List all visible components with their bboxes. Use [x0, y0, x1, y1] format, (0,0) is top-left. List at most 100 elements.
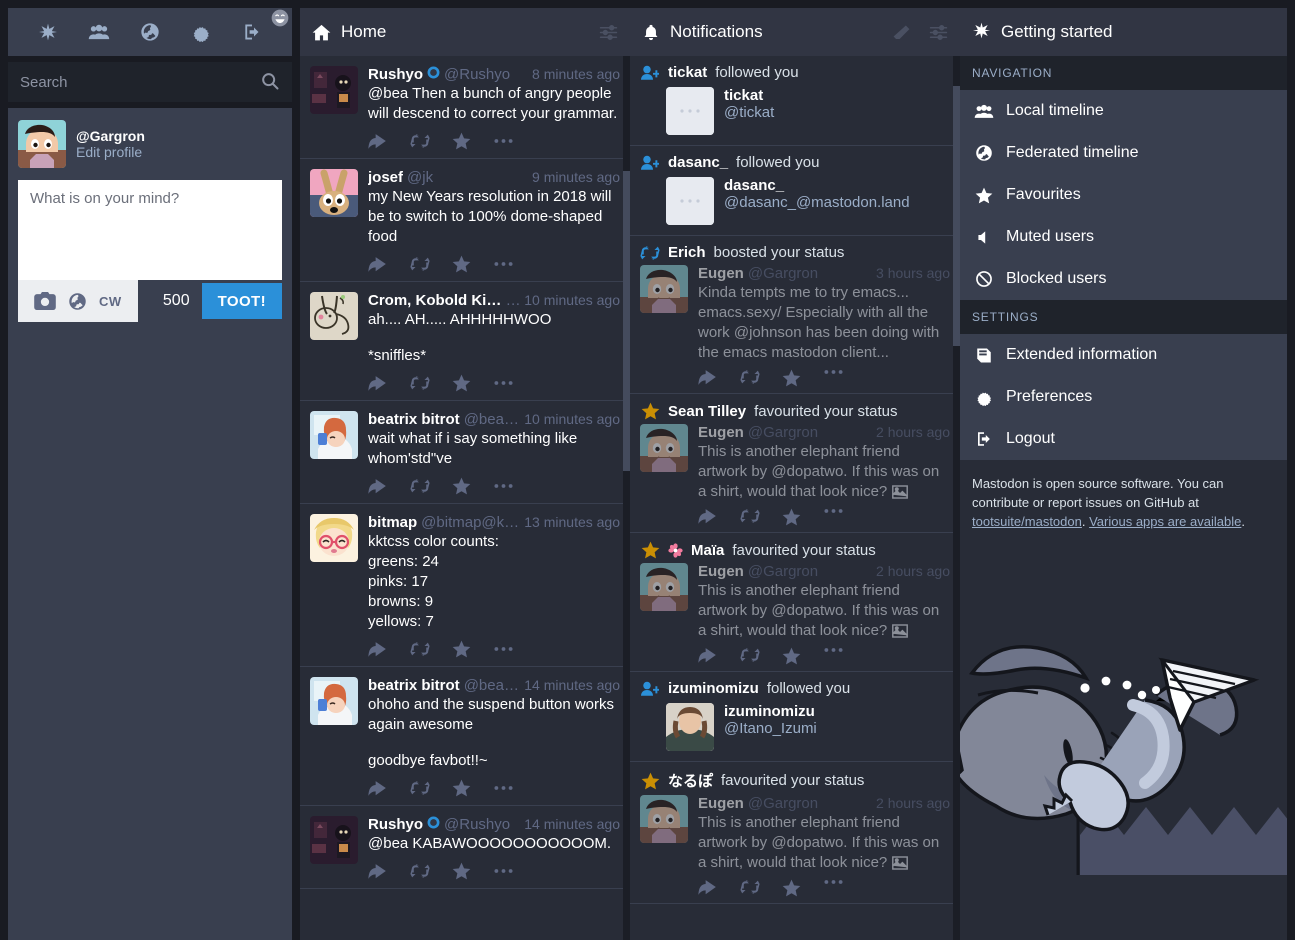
more-icon[interactable]: [494, 862, 536, 880]
favourite-icon[interactable]: [452, 132, 494, 150]
status-display-name[interactable]: Eugen: [698, 424, 744, 441]
apps-link[interactable]: Various apps are available: [1089, 514, 1241, 529]
search-bar[interactable]: [8, 62, 292, 102]
favourite-icon[interactable]: [782, 508, 824, 526]
nav-item-muted-users[interactable]: Muted users: [960, 216, 1287, 258]
notification-account[interactable]: dasanc_ @dasanc_@mastodon.land: [640, 171, 950, 229]
notification-actor[interactable]: tickat: [668, 64, 707, 81]
reply-icon[interactable]: [698, 508, 740, 526]
favourite-icon[interactable]: [452, 255, 494, 273]
reply-icon[interactable]: [368, 255, 410, 273]
notification-status[interactable]: Eugen @Gargron 2 hours ago This is another …: [640, 791, 950, 873]
status-item[interactable]: beatrix bitrot @bea… 10 minutes ago wait wh…: [300, 401, 630, 504]
status-display-name[interactable]: beatrix bitrot: [368, 677, 460, 694]
avatar[interactable]: [310, 292, 358, 340]
avatar[interactable]: [640, 265, 688, 313]
nav-item-favourites[interactable]: Favourites: [960, 174, 1287, 216]
notification-item[interactable]: izuminomizu followed you izuminomizu @Itano…: [630, 672, 960, 762]
status-timestamp[interactable]: 9 minutes ago: [532, 169, 620, 185]
avatar[interactable]: [310, 816, 358, 864]
media-icon[interactable]: [892, 624, 909, 638]
avatar[interactable]: [640, 424, 688, 472]
notification-item[interactable]: なるぽ favourited your status Eugen @Gargron 2 …: [630, 762, 960, 904]
status-timestamp[interactable]: 14 minutes ago: [524, 816, 620, 832]
community-icon[interactable]: [85, 18, 113, 46]
nav-item-local-timeline[interactable]: Local timeline: [960, 90, 1287, 132]
status-timestamp[interactable]: 2 hours ago: [876, 424, 950, 440]
more-icon[interactable]: [494, 779, 536, 797]
avatar[interactable]: [310, 514, 358, 562]
settings-item-extended-information[interactable]: Extended information: [960, 334, 1287, 376]
avatar[interactable]: [666, 177, 714, 225]
nav-item-federated-timeline[interactable]: Federated timeline: [960, 132, 1287, 174]
boost-icon[interactable]: [410, 255, 452, 273]
edit-profile-link[interactable]: Edit profile: [76, 144, 145, 160]
status-item[interactable]: beatrix bitrot @bea… 14 minutes ago ohoho a…: [300, 667, 630, 806]
reply-icon[interactable]: [698, 647, 740, 665]
more-icon[interactable]: [824, 879, 866, 897]
home-scrollbar-thumb[interactable]: [623, 171, 630, 471]
camera-icon[interactable]: [34, 292, 56, 310]
notification-actor[interactable]: なるぽ: [668, 770, 713, 791]
media-icon[interactable]: [892, 856, 909, 870]
status-timestamp[interactable]: 13 minutes ago: [524, 514, 620, 530]
status-display-name[interactable]: Rushyo: [368, 816, 423, 833]
status-timestamp[interactable]: 10 minutes ago: [524, 292, 620, 308]
reply-icon[interactable]: [368, 779, 410, 797]
notification-item[interactable]: Erich boosted your status Eugen @Gargron 3 h…: [630, 236, 960, 394]
more-icon[interactable]: [494, 255, 536, 273]
toot-button[interactable]: TOOT!: [201, 283, 282, 319]
reply-icon[interactable]: [698, 369, 740, 387]
boost-icon[interactable]: [740, 879, 782, 897]
more-icon[interactable]: [824, 369, 866, 387]
status-timestamp[interactable]: 14 minutes ago: [524, 677, 620, 693]
avatar[interactable]: [666, 87, 714, 135]
status-display-name[interactable]: bitmap: [368, 514, 417, 531]
boost-icon[interactable]: [410, 477, 452, 495]
boost-icon[interactable]: [740, 508, 782, 526]
asterisk-icon[interactable]: [34, 18, 62, 46]
status-display-name[interactable]: Eugen: [698, 265, 744, 282]
globe-icon[interactable]: [68, 292, 87, 311]
status-timestamp[interactable]: 2 hours ago: [876, 795, 950, 811]
favourite-icon[interactable]: [782, 369, 824, 387]
notifications-scrollbar-track[interactable]: [953, 56, 960, 940]
compose-textarea[interactable]: What is on your mind?: [18, 180, 282, 280]
more-icon[interactable]: [494, 640, 536, 658]
notification-item[interactable]: Maïa favourited your status Eugen @Gargron 2…: [630, 533, 960, 672]
favourite-icon[interactable]: [452, 374, 494, 392]
avatar[interactable]: [666, 703, 714, 751]
notifications-scrollbar-thumb[interactable]: [953, 86, 960, 346]
notification-status[interactable]: Eugen @Gargron 2 hours ago This is another …: [640, 559, 950, 641]
status-display-name[interactable]: Eugen: [698, 795, 744, 812]
more-icon[interactable]: [824, 647, 866, 665]
notification-item[interactable]: dasanc_ followed you dasanc_ @dasanc_@masto…: [630, 146, 960, 236]
reply-icon[interactable]: [368, 132, 410, 150]
boost-icon[interactable]: [740, 369, 782, 387]
favourite-icon[interactable]: [782, 647, 824, 665]
avatar[interactable]: [640, 795, 688, 843]
more-icon[interactable]: [494, 477, 536, 495]
status-timestamp[interactable]: 8 minutes ago: [532, 66, 620, 82]
boost-icon[interactable]: [410, 862, 452, 880]
reply-icon[interactable]: [368, 374, 410, 392]
status-item[interactable]: Crom, Kobold King… 10 minutes ago ah.... A…: [300, 282, 630, 401]
home-scrollbar-track[interactable]: [623, 56, 630, 940]
notifications-scroll[interactable]: tickat followed you tickat @tickat dasanc_ fo…: [630, 56, 960, 940]
boost-icon[interactable]: [410, 374, 452, 392]
avatar[interactable]: [310, 411, 358, 459]
nav-item-blocked-users[interactable]: Blocked users: [960, 258, 1287, 300]
notification-item[interactable]: tickat followed you tickat @tickat: [630, 56, 960, 146]
status-timestamp[interactable]: 3 hours ago: [876, 265, 950, 281]
status-item[interactable]: Rushyo @Rushyo 8 minutes ago @bea Then a bu…: [300, 56, 630, 159]
status-item[interactable]: bitmap @bitmap@k… 13 minutes ago kktcss col…: [300, 504, 630, 667]
search-input[interactable]: [20, 73, 260, 91]
status-timestamp[interactable]: 2 hours ago: [876, 563, 950, 579]
sliders-icon[interactable]: [599, 23, 618, 42]
notification-actor[interactable]: dasanc_: [668, 154, 728, 171]
gear-icon[interactable]: [187, 18, 215, 46]
notification-status[interactable]: Eugen @Gargron 2 hours ago This is another …: [640, 420, 950, 502]
status-display-name[interactable]: Rushyo: [368, 66, 423, 83]
boost-icon[interactable]: [410, 779, 452, 797]
content-warning-button[interactable]: CW: [99, 294, 122, 309]
